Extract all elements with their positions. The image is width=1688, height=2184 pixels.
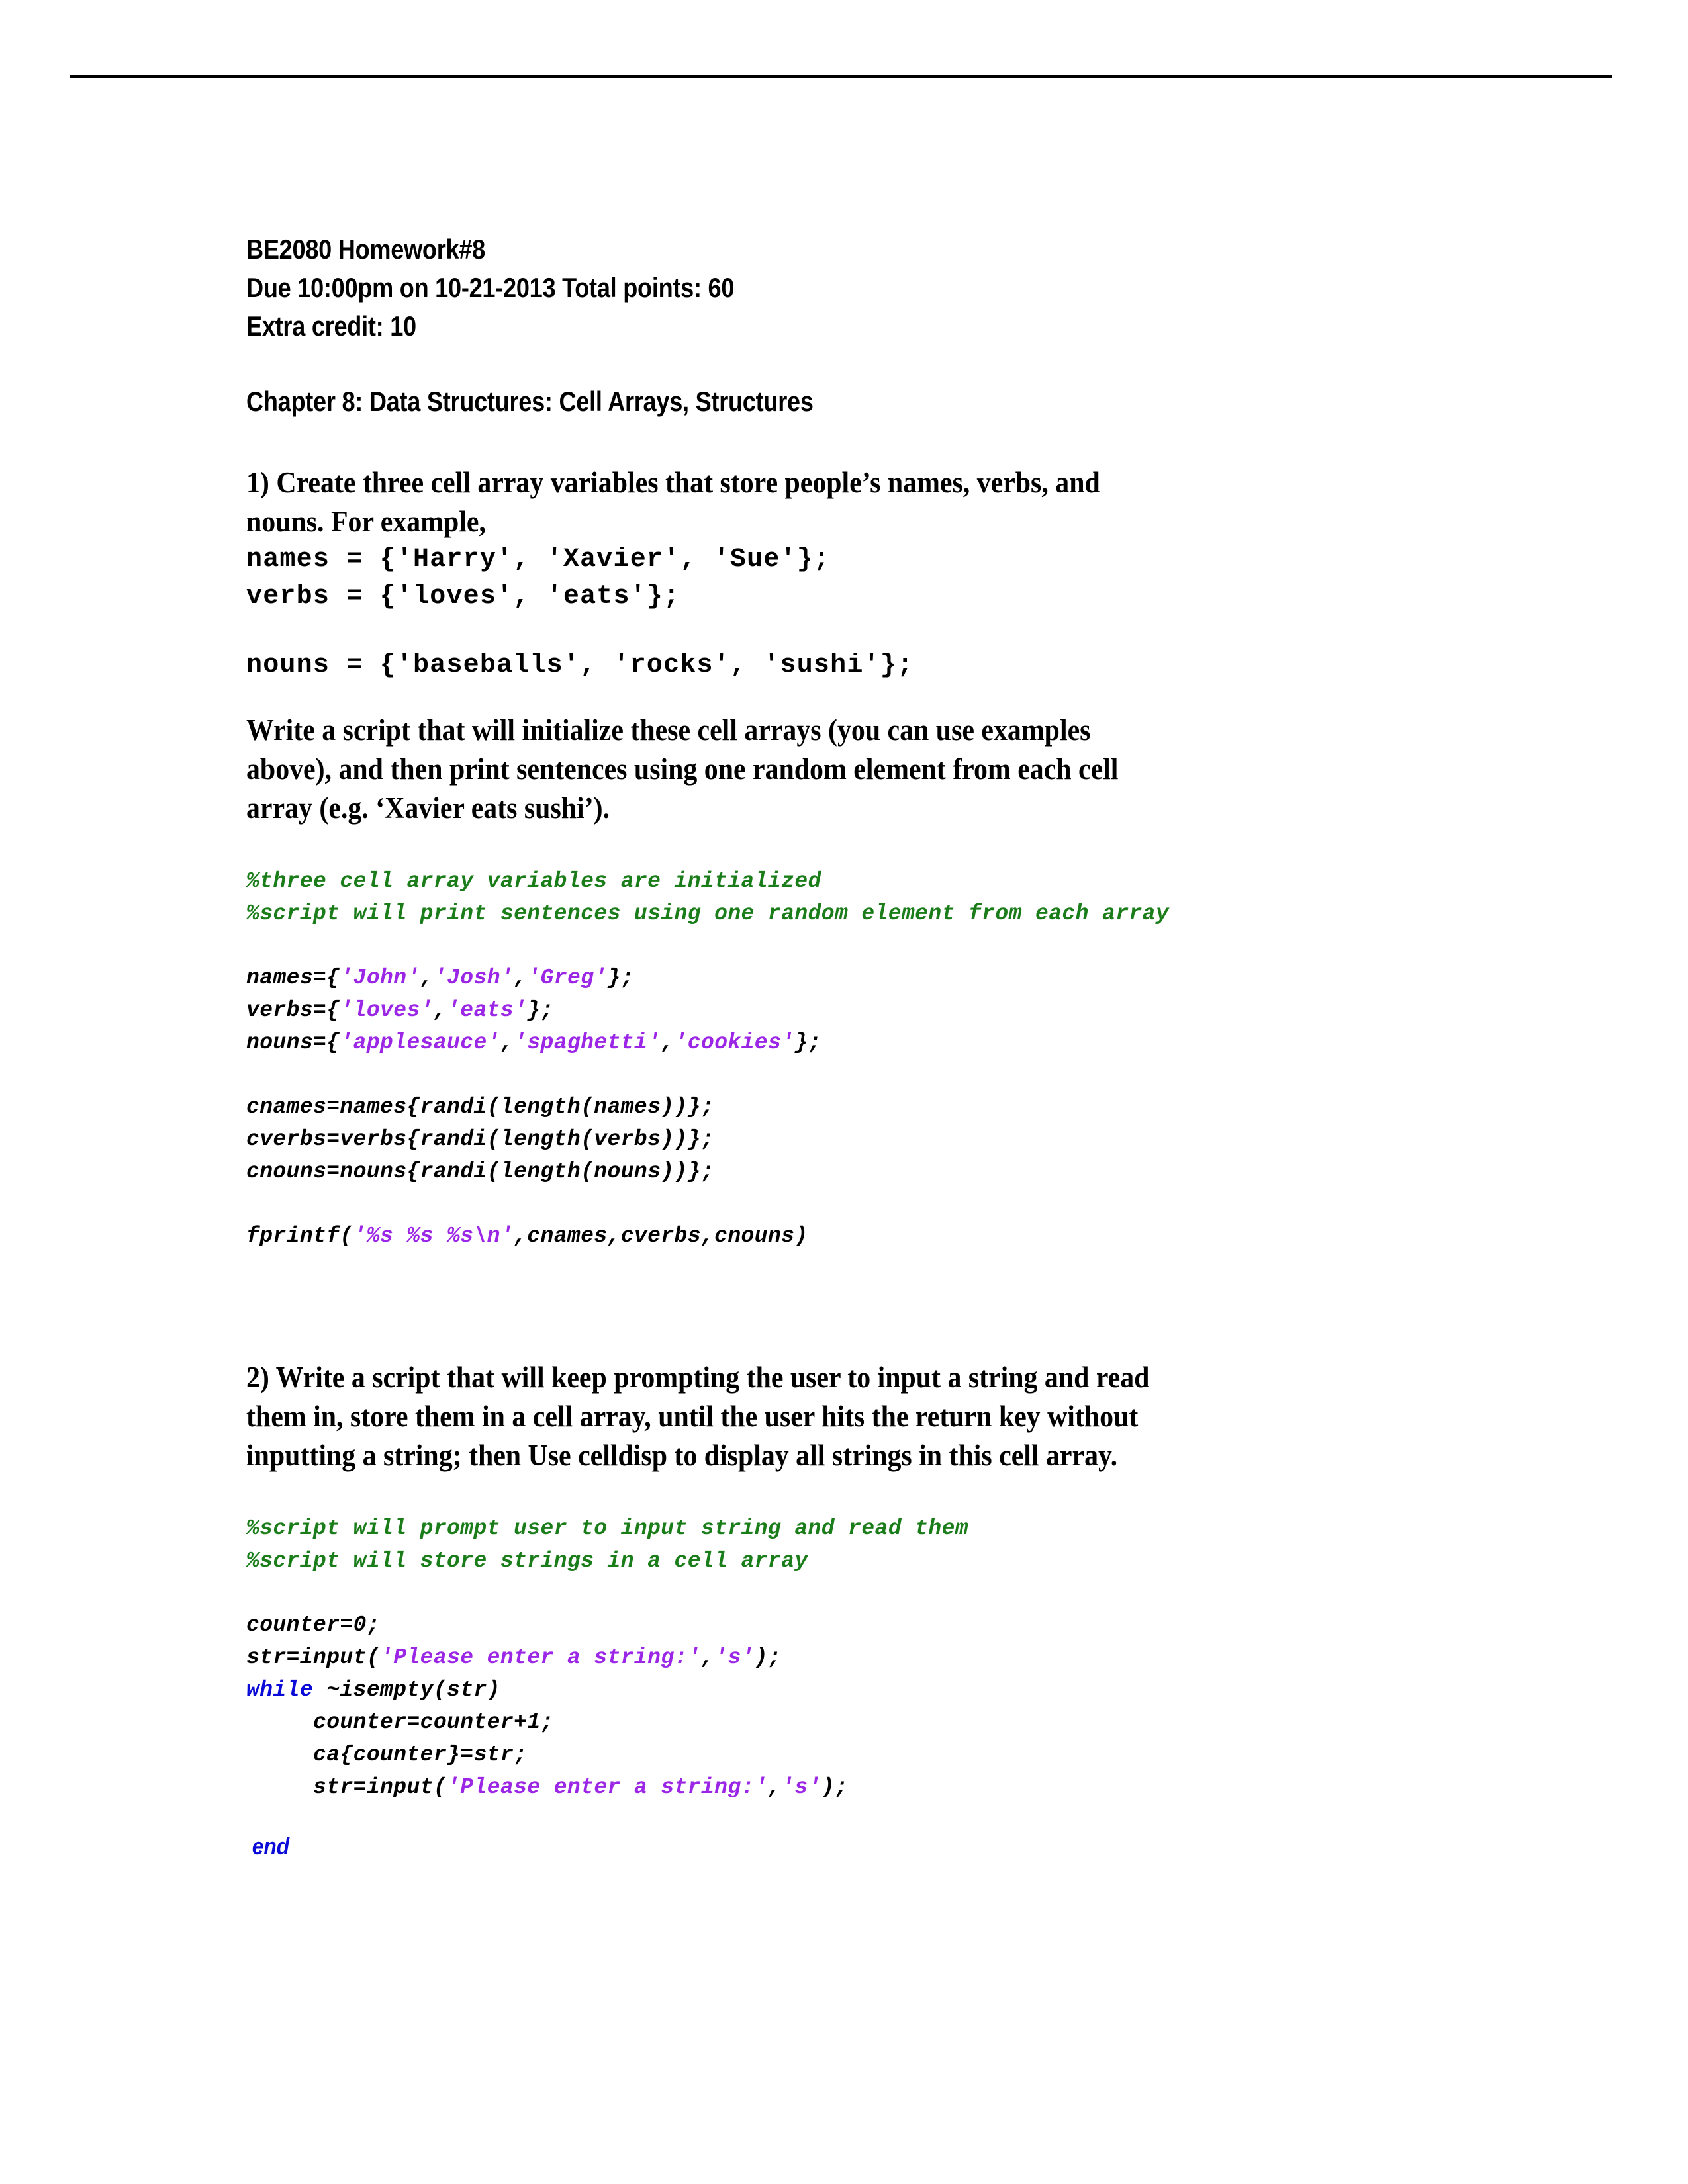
comment-text: %three cell array variables are initiali…	[246, 869, 821, 893]
decl-lhs: verbs={	[246, 998, 340, 1023]
question-1-example-verbs: verbs = {'loves', 'eats'};	[246, 582, 680, 612]
document-page: BE2080 Homework#8 Due 10:00pm on 10-21-2…	[0, 0, 1688, 2184]
answer-2-end-keyword: end	[246, 1833, 290, 1860]
spacer-answer-1-c	[246, 1188, 1438, 1220]
header-spacer	[246, 345, 1438, 383]
answer-1-body-cnouns: cnouns=nouns{randi(length(nouns))};	[246, 1160, 715, 1184]
answer-2-statements: counter=0; str=input('Please enter a stri…	[246, 1609, 1438, 1803]
code-token: );	[754, 1645, 782, 1670]
spacer-before-answer-2	[246, 1475, 1438, 1512]
code-token: str=input(	[313, 1775, 447, 1799]
assignment-title: BE2080 Homework#8	[246, 234, 486, 265]
decl-string-1: 'applesauce'	[340, 1030, 500, 1055]
code-token: ,	[700, 1645, 715, 1670]
question-2-prompt-line-1: 2) Write a script that will keep prompti…	[246, 1361, 1150, 1394]
fprintf-suffix: ,cnames,cverbs,cnouns)	[514, 1224, 808, 1248]
answer-2-statement: while ~isempty(str)	[246, 1674, 1438, 1706]
question-2-prompt-line-2: them in, store them in a cell array, unt…	[246, 1400, 1139, 1433]
answer-2-statement: counter=counter+1;	[246, 1706, 1438, 1739]
answer-2-statement: str=input('Please enter a string:','s');	[246, 1771, 1438, 1803]
assignment-due-line: Due 10:00pm on 10-21-2013 Total points: …	[246, 272, 735, 303]
decl-lhs: nouns={	[246, 1030, 340, 1055]
answer-1-body-cverbs: cverbs=verbs{randi(length(verbs))};	[246, 1127, 715, 1152]
decl-string-2: 'Josh'	[433, 966, 514, 990]
decl-tail: };	[607, 966, 634, 990]
answer-2-statement: str=input('Please enter a string:','s');	[246, 1641, 1438, 1674]
code-token: counter=0;	[246, 1613, 381, 1637]
decl-tail: };	[527, 998, 554, 1023]
code-token: ,	[767, 1775, 782, 1799]
decl-string-3: 'cookies'	[674, 1030, 795, 1055]
question-1-example-names: names = {'Harry', 'Xavier', 'Sue'};	[246, 545, 831, 574]
fprintf-prefix: fprintf(	[246, 1224, 353, 1248]
code-token: ~isempty(str)	[313, 1678, 500, 1702]
assignment-extra-credit: Extra credit: 10	[246, 310, 416, 341]
code-token: ca{counter}=str;	[313, 1743, 528, 1767]
answer-2-comment-1: %script will prompt user to input string…	[246, 1512, 1438, 1545]
spacer-before-tail	[246, 684, 1438, 711]
chapter-heading: Chapter 8: Data Structures: Cell Arrays,…	[246, 386, 814, 417]
question-2-block: 2) Write a script that will keep prompti…	[246, 1358, 1438, 1475]
fprintf-format-string: '%s %s %s\n'	[353, 1224, 514, 1248]
decl-tail: };	[794, 1030, 821, 1055]
question-1-prompt-line-2: nouns. For example,	[246, 505, 486, 538]
answer-2-statement: counter=0;	[246, 1609, 1438, 1641]
code-token: counter=counter+1;	[313, 1710, 554, 1735]
decl-lhs: names={	[246, 966, 340, 990]
header-horizontal-rule	[70, 75, 1612, 78]
code-token: str=input(	[246, 1645, 381, 1670]
decl-string-1: 'loves'	[340, 998, 434, 1023]
code-string: 's'	[714, 1645, 755, 1670]
answer-1-code-block: %three cell array variables are initiali…	[246, 865, 1438, 1252]
code-string: 'Please enter a string:'	[380, 1645, 701, 1670]
answer-1-decl-verbs: verbs={'loves','eats'};	[246, 998, 554, 1023]
question-1-tail-line-1: Write a script that will initialize thes…	[246, 713, 1091, 747]
spacer-answer-2-a	[246, 1577, 1438, 1609]
document-content: BE2080 Homework#8 Due 10:00pm on 10-21-2…	[246, 230, 1438, 1862]
spacer-after-header	[246, 421, 1438, 463]
assignment-header: BE2080 Homework#8 Due 10:00pm on 10-21-2…	[246, 230, 1438, 421]
answer-1-decl-names: names={'John','Josh','Greg'};	[246, 966, 634, 990]
answer-1-fprintf: fprintf('%s %s %s\n',cnames,cverbs,cnoun…	[246, 1220, 1438, 1252]
question-1-tail-line-3: array (e.g. ‘Xavier eats sushi’).	[246, 792, 610, 825]
question-1-example-nouns: nouns = {'baseballs', 'rocks', 'sushi'};	[246, 651, 914, 680]
spacer-between-questions	[246, 1252, 1438, 1358]
decl-string-2: 'spaghetti'	[514, 1030, 661, 1055]
answer-1-decl-nouns: nouns={'applesauce','spaghetti','cookies…	[246, 1030, 821, 1055]
code-string: 's'	[781, 1775, 821, 1799]
answer-1-body-cnames: cnames=names{randi(length(names))};	[246, 1095, 715, 1119]
decl-string-3: 'Greg'	[527, 966, 608, 990]
spacer-before-end	[246, 1803, 1438, 1830]
comment-text: %script will store strings in a cell arr…	[246, 1549, 808, 1573]
question-2-prompt-line-3: inputting a string; then Use celldisp to…	[246, 1439, 1118, 1472]
question-1-tail-line-2: above), and then print sentences using o…	[246, 752, 1119, 786]
answer-1-comment-2: %script will print sentences using one r…	[246, 897, 1438, 930]
code-keyword: while	[246, 1678, 314, 1702]
answer-2-code-block: %script will prompt user to input string…	[246, 1512, 1438, 1862]
spacer-before-answer-1	[246, 828, 1438, 865]
decl-string-1: 'John'	[340, 966, 420, 990]
question-1-block: 1) Create three cell array variables tha…	[246, 463, 1438, 828]
question-1-prompt-line-1: 1) Create three cell array variables tha…	[246, 466, 1100, 499]
comment-text: %script will print sentences using one r…	[246, 901, 1170, 926]
answer-1-comment-1: %three cell array variables are initiali…	[246, 865, 1438, 897]
code-token: );	[821, 1775, 849, 1799]
decl-string-2: 'eats'	[447, 998, 528, 1023]
comment-text: %script will prompt user to input string…	[246, 1516, 968, 1541]
answer-2-statement: ca{counter}=str;	[246, 1739, 1438, 1771]
spacer-answer-1-a	[246, 930, 1438, 962]
spacer-example	[246, 615, 1438, 647]
answer-2-comment-2: %script will store strings in a cell arr…	[246, 1545, 1438, 1577]
code-string: 'Please enter a string:'	[447, 1775, 768, 1799]
spacer-answer-1-b	[246, 1059, 1438, 1091]
